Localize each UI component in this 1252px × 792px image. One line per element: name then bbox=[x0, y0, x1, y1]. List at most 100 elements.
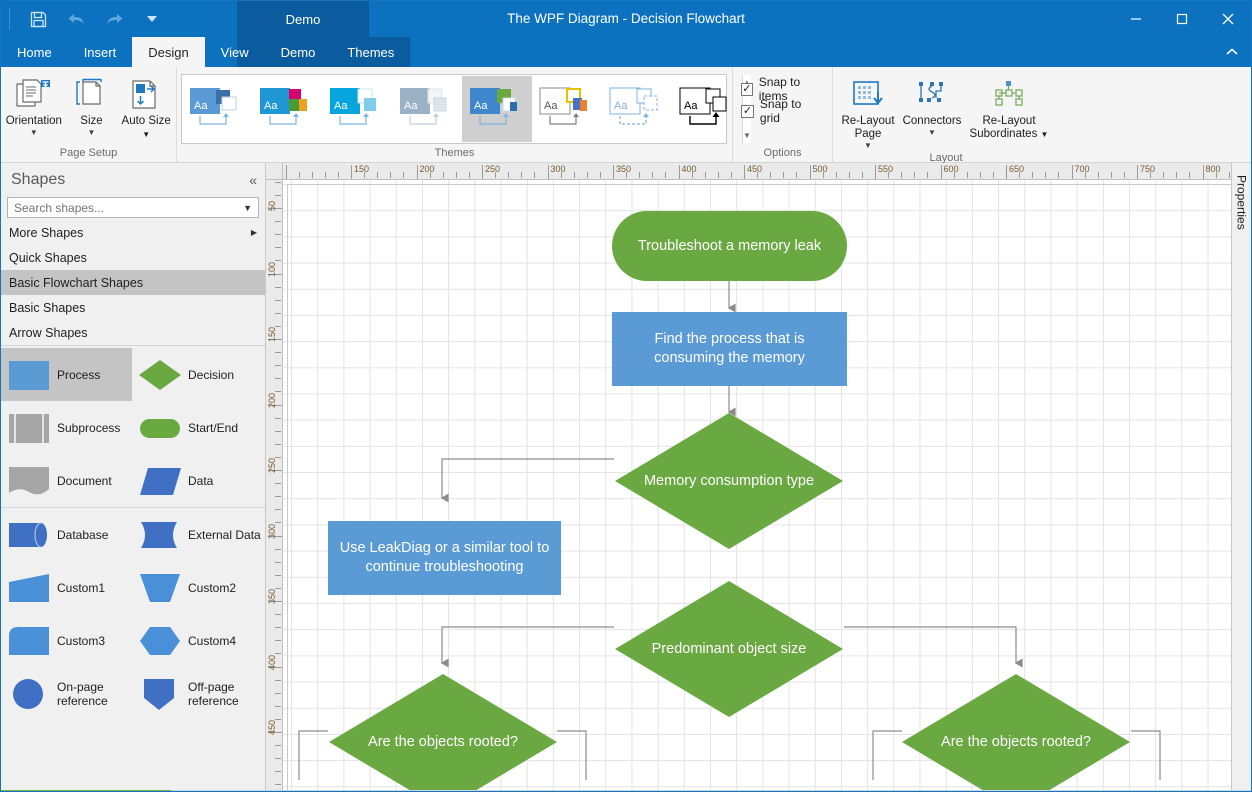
ruler-tick bbox=[275, 300, 281, 301]
properties-pane-tab[interactable]: Properties bbox=[1231, 163, 1251, 790]
size-dropdown-icon[interactable]: ▼ bbox=[88, 129, 96, 137]
theme-thumbnail-1[interactable]: Aa bbox=[182, 76, 252, 142]
relayout-page-button[interactable]: Re-Layout Page ▼ bbox=[837, 73, 899, 150]
shapes-panel-header: Shapes « bbox=[1, 163, 265, 197]
diagram-node-use-leakdiag[interactable]: Use LeakDiag or a similar tool to contin… bbox=[328, 521, 561, 595]
vertical-ruler: 50100150200250300350400450 bbox=[266, 180, 283, 790]
title-bar: Demo The WPF Diagram - Decision Flowchar… bbox=[1, 1, 1251, 37]
ruler-tick bbox=[275, 509, 281, 510]
relayout-subordinates-dropdown-icon[interactable]: ▼ bbox=[1041, 130, 1049, 139]
double-chevron-left-icon[interactable]: « bbox=[249, 172, 257, 188]
tab-view[interactable]: View bbox=[205, 37, 265, 67]
node-label: Memory consumption type bbox=[614, 472, 844, 491]
diagram-node-are-objects-rooted-left[interactable]: Are the objects rooted? bbox=[328, 673, 558, 790]
diagram-node-are-objects-rooted-right[interactable]: Are the objects rooted? bbox=[901, 673, 1131, 790]
undo-arrow-icon[interactable] bbox=[64, 7, 88, 31]
ruler-tick bbox=[901, 172, 902, 178]
ribbon-collapse-icon[interactable] bbox=[1221, 41, 1243, 63]
orientation-dropdown-icon[interactable]: ▼ bbox=[30, 129, 38, 137]
connectors-button[interactable]: Connectors ▼ bbox=[899, 73, 965, 137]
shape-item-custom2[interactable]: Custom2 bbox=[132, 561, 263, 614]
quick-access-customize-icon[interactable] bbox=[140, 7, 164, 31]
ruler-tick bbox=[275, 771, 281, 772]
ruler-tick bbox=[351, 165, 352, 179]
shape-label: Database bbox=[57, 528, 108, 542]
diagram-node-memory-consumption-type[interactable]: Memory consumption type bbox=[614, 412, 844, 550]
shape-item-custom3[interactable]: Custom3 bbox=[1, 614, 132, 667]
shape-category-arrow-shapes[interactable]: Arrow Shapes bbox=[1, 320, 265, 345]
ruler-tick bbox=[1032, 172, 1033, 178]
application-window: Demo The WPF Diagram - Decision Flowchar… bbox=[0, 0, 1252, 792]
themes-gallery[interactable]: Aa Aa bbox=[181, 74, 727, 144]
ruler-tick bbox=[1072, 165, 1073, 179]
ruler-tick bbox=[275, 496, 281, 497]
theme-thumbnail-5[interactable]: Aa bbox=[462, 76, 532, 142]
auto-size-button[interactable]: Auto Size ▼ bbox=[120, 73, 172, 141]
tab-insert[interactable]: Insert bbox=[68, 37, 133, 67]
diagram-node-troubleshoot-memory-leak[interactable]: Troubleshoot a memory leak bbox=[612, 211, 847, 281]
shape-item-decision[interactable]: Decision bbox=[132, 348, 263, 401]
shape-category-quick-shapes[interactable]: Quick Shapes bbox=[1, 245, 265, 270]
size-button[interactable]: Size ▼ bbox=[63, 73, 121, 137]
snap-to-grid-option[interactable]: ✓ Snap to grid bbox=[737, 100, 828, 122]
shape-item-custom1[interactable]: Custom1 bbox=[1, 561, 132, 614]
connectors-label: Connectors bbox=[903, 115, 962, 128]
save-icon[interactable] bbox=[26, 7, 50, 31]
snap-to-grid-checkbox[interactable]: ✓ bbox=[741, 105, 754, 118]
diagram-canvas[interactable]: Troubleshoot a memory leak Find the proc… bbox=[283, 180, 1231, 790]
relayout-subordinates-button[interactable]: Re-Layout Subordinates ▼ bbox=[965, 73, 1053, 141]
tab-demo[interactable]: Demo bbox=[265, 37, 332, 67]
diamond-icon bbox=[328, 673, 558, 790]
search-dropdown-icon[interactable]: ▼ bbox=[239, 203, 256, 213]
shape-item-data[interactable]: Data bbox=[132, 454, 263, 507]
ruler-tick bbox=[1229, 172, 1230, 178]
ribbon-group-layout: Re-Layout Page ▼ bbox=[833, 67, 1059, 162]
tab-design[interactable]: Design bbox=[132, 37, 204, 67]
snap-to-items-checkbox[interactable]: ✓ bbox=[741, 83, 753, 96]
document-shape-icon bbox=[7, 461, 51, 501]
search-shapes-box[interactable]: ▼ bbox=[7, 197, 259, 218]
ruler-tick bbox=[390, 172, 391, 178]
search-shapes-input[interactable] bbox=[14, 201, 239, 215]
shape-category-basic-shapes[interactable]: Basic Shapes bbox=[1, 295, 265, 320]
shape-label: External Data bbox=[188, 528, 261, 542]
shape-item-start-end[interactable]: Start/End bbox=[132, 401, 263, 454]
tab-themes[interactable]: Themes bbox=[331, 37, 410, 67]
theme-thumbnail-4[interactable]: Aa bbox=[392, 76, 462, 142]
shape-item-process[interactable]: Process bbox=[1, 348, 132, 401]
diagram-node-find-process[interactable]: Find the process that is consuming the m… bbox=[612, 312, 847, 386]
shape-category-basic-flowchart-shapes[interactable]: Basic Flowchart Shapes bbox=[1, 270, 265, 295]
diagram-node-predominant-object-size[interactable]: Predominant object size bbox=[614, 580, 844, 718]
relayout-page-icon bbox=[849, 77, 887, 113]
redo-arrow-icon[interactable] bbox=[102, 7, 126, 31]
database-shape-icon bbox=[7, 515, 51, 555]
shape-item-on-page-reference[interactable]: On-page reference bbox=[1, 667, 132, 720]
shape-item-off-page-reference[interactable]: Off-page reference bbox=[132, 667, 263, 720]
theme-thumbnail-8[interactable]: Aa bbox=[672, 76, 742, 142]
auto-size-dropdown-icon[interactable]: ▼ bbox=[142, 130, 150, 139]
ruler-tick bbox=[731, 172, 732, 178]
relayout-page-dropdown-icon[interactable]: ▼ bbox=[864, 142, 872, 150]
orientation-button[interactable]: Orientation ▼ bbox=[5, 73, 63, 137]
off-page-reference-icon bbox=[138, 674, 182, 714]
svg-text:Aa: Aa bbox=[194, 100, 208, 112]
maximize-icon[interactable] bbox=[1159, 1, 1205, 37]
theme-thumbnail-7[interactable]: Aa bbox=[602, 76, 672, 142]
shape-item-external-data[interactable]: External Data bbox=[132, 508, 263, 561]
shape-category-more-shapes[interactable]: More Shapes ▶ bbox=[1, 220, 265, 245]
shape-item-document[interactable]: Document bbox=[1, 454, 132, 507]
minimize-icon[interactable] bbox=[1113, 1, 1159, 37]
canvas-area: 1502002503003504004505005506006507007508… bbox=[266, 163, 1231, 790]
close-icon[interactable] bbox=[1205, 1, 1251, 37]
connectors-dropdown-icon[interactable]: ▼ bbox=[928, 129, 936, 137]
ruler-tick bbox=[652, 172, 653, 178]
theme-thumbnail-2[interactable]: Aa bbox=[252, 76, 322, 142]
ruler-tick bbox=[469, 172, 470, 178]
theme-thumbnail-6[interactable]: Aa bbox=[532, 76, 602, 142]
shape-item-database[interactable]: Database bbox=[1, 508, 132, 561]
theme-thumbnail-3[interactable]: Aa bbox=[322, 76, 392, 142]
shape-item-custom4[interactable]: Custom4 bbox=[132, 614, 263, 667]
contextual-tab-band: Demo bbox=[237, 1, 369, 37]
shape-item-subprocess[interactable]: Subprocess bbox=[1, 401, 132, 454]
tab-home[interactable]: Home bbox=[1, 37, 68, 67]
